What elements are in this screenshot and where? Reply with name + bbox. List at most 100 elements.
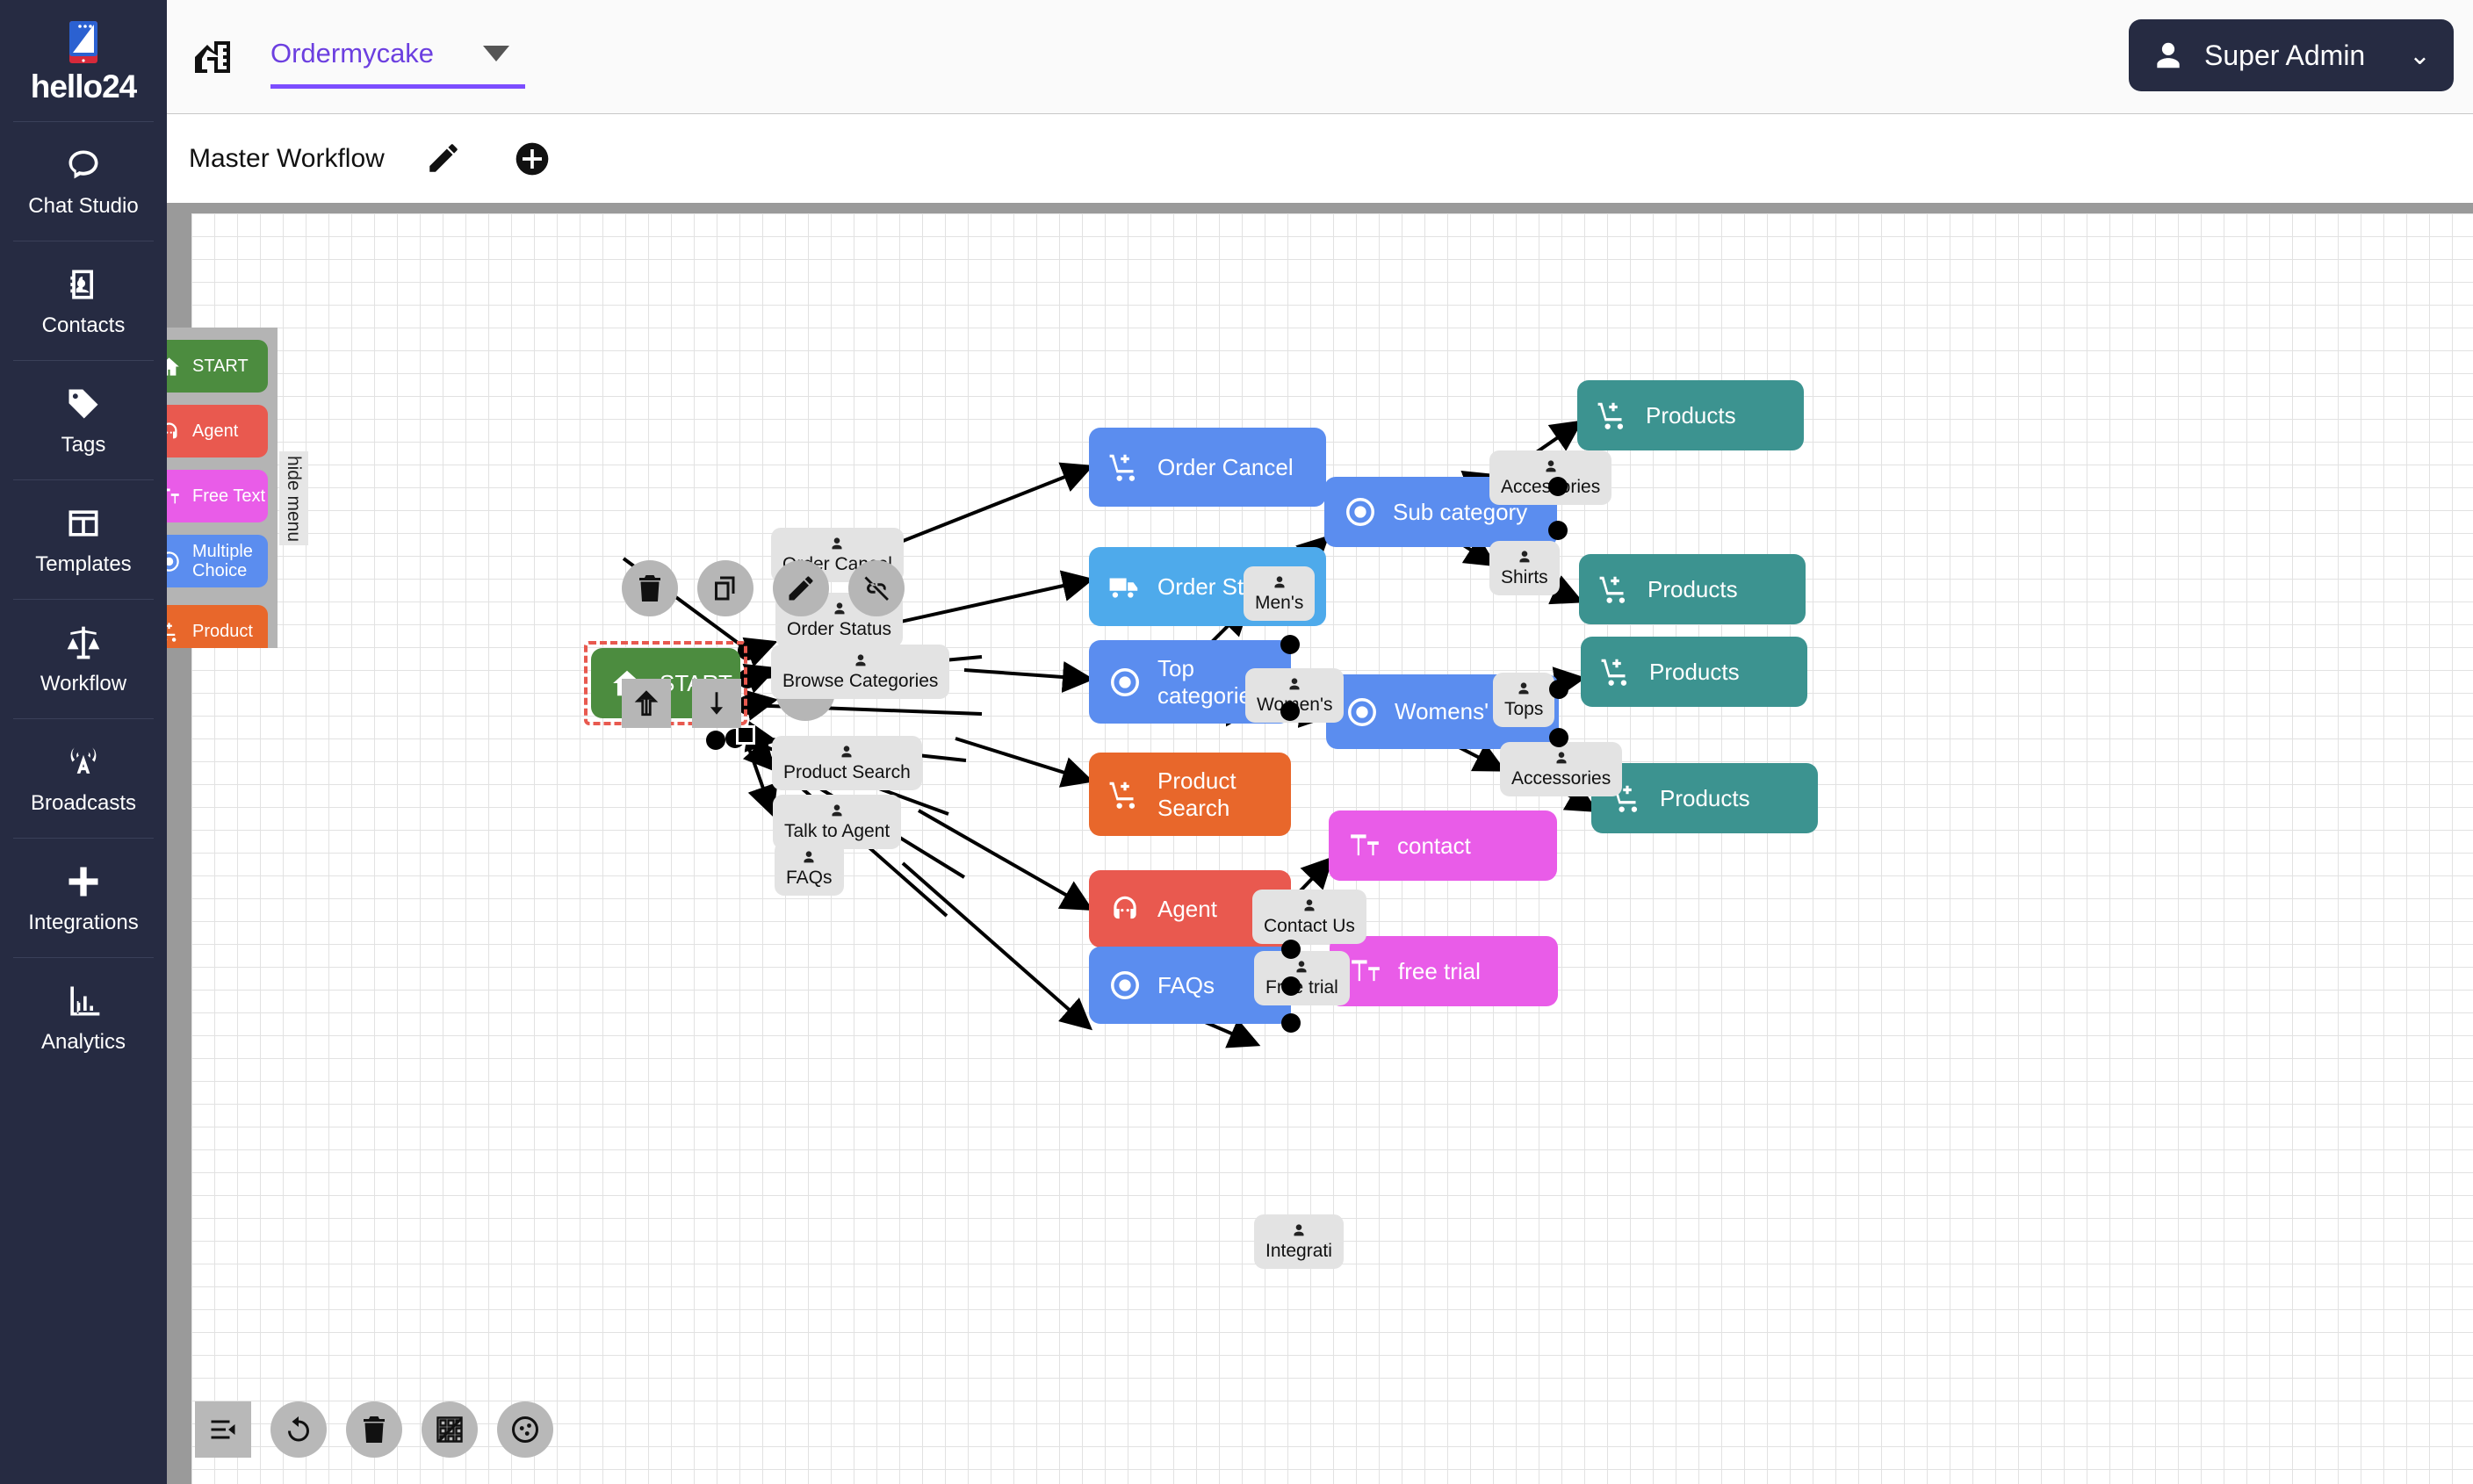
fit-view-button[interactable]	[497, 1401, 553, 1458]
workflow-title-bar: Master Workflow	[167, 115, 2473, 203]
workflow-title: Master Workflow	[189, 144, 385, 173]
palette-item-free-text[interactable]: Free Text	[167, 470, 268, 522]
chip-accessories-top[interactable]: Accessories	[1489, 450, 1612, 505]
port-out[interactable]	[1548, 477, 1568, 496]
palette-item-multiple-choice[interactable]: Multiple Choice	[167, 535, 268, 587]
workflow-canvas[interactable]: Name: Master Workflow SAVE WORKFLOW STAR…	[167, 213, 2473, 1484]
node-palette[interactable]: START Agent Free Text Multiple Choice Pr…	[167, 328, 278, 648]
unlink-node-button[interactable]	[848, 560, 905, 616]
node-free-trial[interactable]: free trial	[1330, 936, 1558, 1006]
delete-node-button[interactable]	[622, 560, 678, 616]
bar-chart-icon	[63, 981, 104, 1021]
duplicate-node-button[interactable]	[697, 560, 753, 616]
undo-icon	[288, 1416, 309, 1442]
port-out[interactable]	[1281, 1013, 1301, 1033]
palette-item-label: Agent	[192, 421, 239, 441]
workflow-canvas-viewport[interactable]: Name: Master Workflow SAVE WORKFLOW STAR…	[167, 203, 2473, 1484]
radio-icon	[1346, 498, 1374, 526]
palette-item-product[interactable]: Product	[167, 605, 268, 648]
account-name: Ordermycake	[270, 37, 435, 68]
chip-shirts[interactable]: Shirts	[1489, 541, 1560, 595]
chip-product-search[interactable]: Product Search	[772, 736, 922, 790]
pencil-icon	[789, 576, 813, 601]
port-out[interactable]	[1549, 680, 1568, 699]
node-products-1[interactable]: Products	[1577, 380, 1804, 450]
text-icon	[167, 488, 179, 503]
person-icon	[832, 804, 842, 817]
sidebar-item-integrations[interactable]: Integrations	[0, 839, 167, 957]
chip-label: Contact Us	[1264, 916, 1355, 936]
palette-item-start[interactable]: START	[167, 340, 268, 393]
brand-logo-block: hello24	[0, 0, 167, 121]
move-node-down-button[interactable]	[692, 679, 741, 728]
home-icon	[167, 357, 179, 376]
text-icon	[1352, 960, 1380, 982]
sidebar-item-analytics[interactable]: Analytics	[0, 958, 167, 1077]
sidebar-item-templates[interactable]: Templates	[0, 480, 167, 599]
node-label: free trial	[1398, 957, 1481, 984]
contacts-icon	[63, 264, 104, 305]
move-node-up-button[interactable]	[622, 679, 671, 728]
node-products-3[interactable]: Products	[1581, 637, 1807, 707]
palette-item-agent[interactable]: Agent	[167, 405, 268, 457]
templates-icon	[63, 503, 104, 544]
undo-button[interactable]	[270, 1401, 327, 1458]
chip-label: Free trial	[1265, 977, 1338, 998]
sidebar-item-contacts[interactable]: Contacts	[0, 241, 167, 360]
pencil-icon[interactable]	[425, 140, 464, 178]
sidebar-item-workflow[interactable]: Workflow	[0, 600, 167, 718]
chip-mens[interactable]: Men's	[1244, 566, 1316, 621]
port-resize-handle[interactable]	[736, 725, 755, 745]
edit-node-button[interactable]	[773, 560, 829, 616]
node-order-cancel[interactable]: Order Cancel	[1089, 428, 1326, 507]
person-icon	[2157, 42, 2180, 68]
sidebar-item-tags[interactable]: Tags	[0, 361, 167, 479]
port-out[interactable]	[1280, 702, 1300, 721]
toggle-grid-button[interactable]	[422, 1401, 478, 1458]
chip-free-trial[interactable]: Free trial	[1254, 951, 1350, 1005]
palette-item-label: START	[192, 356, 249, 376]
chip-faqs[interactable]: FAQs	[775, 841, 844, 896]
text-icon	[1351, 834, 1379, 856]
port-out[interactable]	[1281, 976, 1301, 996]
node-label: Products	[1646, 401, 1736, 429]
plus-circle-icon[interactable]	[513, 140, 552, 178]
person-icon	[1289, 678, 1300, 690]
node-products-2[interactable]: Products	[1579, 554, 1806, 624]
sidebar-item-label: Chat Studio	[28, 193, 139, 218]
node-label: Products	[1649, 658, 1740, 685]
sidebar-item-chat-studio[interactable]: Chat Studio	[0, 122, 167, 241]
sidebar-item-label: Contacts	[41, 313, 126, 337]
port-out[interactable]	[706, 731, 725, 750]
home-building-icon[interactable]	[191, 36, 234, 78]
palette-item-label: Multiple Choice	[192, 541, 253, 580]
chip-integration[interactable]: Integrati	[1254, 1214, 1344, 1269]
link-off-icon	[864, 576, 889, 601]
node-contact[interactable]: contact	[1329, 810, 1557, 881]
broadcast-tower-icon	[63, 742, 104, 782]
port-out[interactable]	[1281, 940, 1301, 959]
account-selector[interactable]: Ordermycake	[270, 37, 525, 89]
chip-browse-categories[interactable]: Browse Categories	[771, 645, 950, 699]
radio-icon	[167, 551, 179, 572]
chip-tops[interactable]: Tops	[1493, 673, 1555, 727]
chip-contact-us[interactable]: Contact Us	[1252, 890, 1366, 944]
port-out[interactable]	[1549, 728, 1568, 747]
chip-label: Shirts	[1501, 567, 1548, 587]
user-menu-button[interactable]: Super Admin ⌄	[2129, 19, 2454, 91]
node-label: Product Search	[1157, 767, 1236, 821]
menu-collapse-icon	[211, 1420, 235, 1439]
sidebar-item-broadcasts[interactable]: Broadcasts	[0, 719, 167, 838]
chip-label: Accessories	[1511, 768, 1611, 789]
port-out[interactable]	[738, 641, 757, 660]
collapse-panel-button[interactable]	[195, 1401, 251, 1458]
clear-canvas-button[interactable]	[346, 1401, 402, 1458]
cart-plus-icon	[1601, 659, 1627, 686]
node-products-4[interactable]: Products	[1591, 763, 1818, 833]
chip-accessories-bottom[interactable]: Accessories	[1500, 742, 1623, 796]
port-out[interactable]	[1548, 521, 1568, 540]
node-product-search[interactable]: Product Search	[1089, 753, 1291, 836]
hide-menu-toggle[interactable]: hide menu	[279, 451, 308, 545]
plus-icon	[63, 861, 104, 902]
port-out[interactable]	[1280, 635, 1300, 654]
